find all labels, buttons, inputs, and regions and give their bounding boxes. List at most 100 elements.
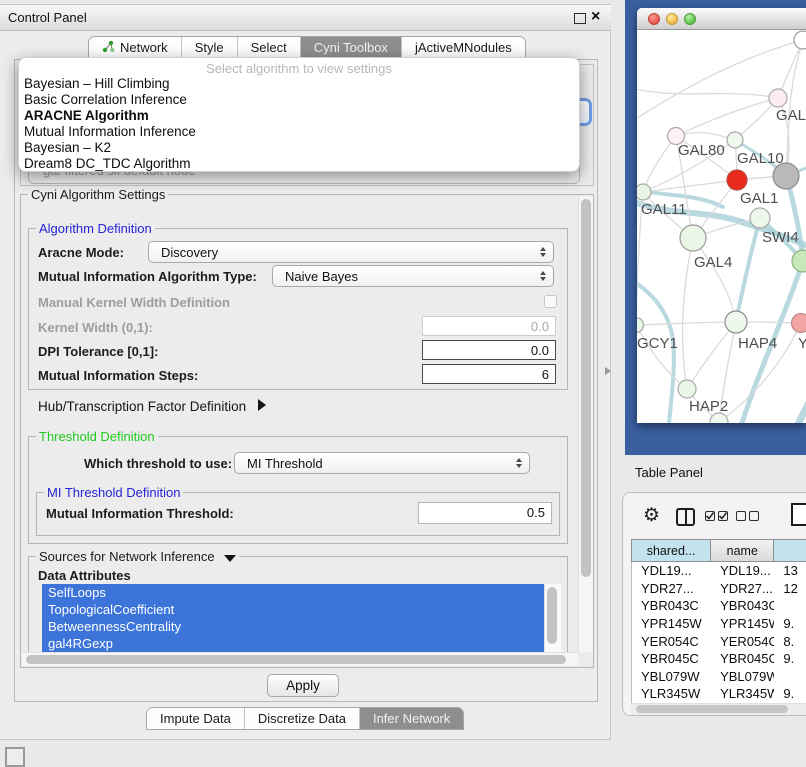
cell-name: YBR043C (711, 598, 774, 613)
network-window-titlebar[interactable] (637, 8, 806, 30)
file-icon[interactable] (791, 503, 806, 526)
kernel-width-field[interactable]: 0.0 (422, 316, 556, 336)
select-all-columns-icon[interactable] (705, 511, 728, 521)
settings-hscroll-thumb[interactable] (26, 655, 566, 664)
network-edge (637, 322, 736, 325)
splitpane-collapse-icon[interactable] (605, 367, 611, 375)
tab-style[interactable]: Style (182, 37, 238, 58)
manual-kernel-checkbox[interactable] (544, 295, 557, 308)
attribute-item-selected[interactable]: BetweennessCentrality (42, 618, 544, 635)
apply-button[interactable]: Apply (267, 674, 339, 697)
cell-name: YPR145W (711, 616, 774, 631)
tab-cyni-toolbox[interactable]: Cyni Toolbox (301, 37, 402, 58)
window-minimize-icon[interactable] (666, 13, 678, 25)
network-node-gal-partial[interactable] (769, 89, 787, 107)
network-node-salmon-node[interactable] (792, 314, 806, 333)
attribute-item-selected[interactable]: TopologicalCoefficient (42, 601, 544, 618)
network-node-hap4[interactable] (725, 311, 747, 333)
cell-value: 9. (774, 686, 806, 701)
which-threshold-combo[interactable]: MI Threshold (234, 452, 530, 474)
data-attributes-label: Data Attributes (38, 568, 131, 583)
column-layout-icon[interactable] (676, 508, 695, 526)
mi-threshold-field[interactable]: 0.5 (418, 502, 552, 524)
window-close-icon[interactable] (648, 13, 660, 25)
table-row[interactable]: YDR27...YDR27...12 (632, 580, 806, 598)
settings-vscroll-thumb[interactable] (581, 199, 591, 577)
table-row[interactable]: YLR345WYLR345W9. (632, 685, 806, 703)
network-canvas[interactable]: GALGAL80GAL10GAL1GAL11SWI4GAL4GCY1HAP4YH… (637, 30, 806, 423)
algorithm-option[interactable]: Bayesian – K2 (19, 140, 579, 156)
tab-network[interactable]: Network (89, 37, 182, 58)
table-row[interactable]: YDL19...YDL19...13 (632, 562, 806, 580)
table-row[interactable]: YBR043CYBR043C (632, 597, 806, 615)
cyni-settings-group-title: Cyni Algorithm Settings (28, 187, 168, 202)
attributes-vscroll-thumb[interactable] (547, 587, 557, 644)
checked-box-icon (718, 511, 728, 521)
deselect-all-columns-icon[interactable] (736, 511, 759, 521)
algorithm-option[interactable]: Mutual Information Inference (19, 124, 579, 140)
dpi-tolerance-field[interactable]: 0.0 (422, 340, 556, 360)
mi-steps-field[interactable]: 6 (422, 364, 556, 384)
tab-select-label: Select (251, 40, 287, 55)
attribute-item-selected[interactable]: SelfLoops (42, 584, 544, 601)
table-panel-title: Table Panel (635, 465, 703, 480)
aracne-mode-combo[interactable]: Discovery (148, 241, 554, 263)
combo-stepper-icon (516, 458, 529, 468)
dpi-tolerance-label: DPI Tolerance [0,1]: (38, 344, 158, 359)
tab-jactivemnodules[interactable]: jActiveMNodules (402, 37, 525, 58)
network-edge (736, 218, 760, 322)
network-node-top-right[interactable] (794, 31, 806, 49)
network-node-gal4[interactable] (680, 225, 706, 251)
hub-definition-toggle[interactable]: Hub/Transcription Factor Definition (38, 399, 266, 414)
tab-cyni-toolbox-label: Cyni Toolbox (314, 40, 388, 55)
cell-shared: YDL19... (632, 563, 711, 578)
unchecked-box-icon (736, 511, 746, 521)
network-node-swi4[interactable] (750, 208, 770, 228)
network-node-hap2[interactable] (678, 380, 696, 398)
network-node-gal1[interactable] (727, 170, 747, 190)
table-row[interactable]: YER054CYER054C8. (632, 632, 806, 650)
tab-impute-data[interactable]: Impute Data (147, 708, 245, 729)
network-edge (643, 136, 676, 192)
network-node-gcy1[interactable] (637, 318, 644, 333)
control-panel-titlebar (0, 5, 611, 31)
tab-infer-network[interactable]: Infer Network (360, 708, 463, 729)
algorithm-option-selected[interactable]: ARACNE Algorithm (19, 108, 579, 124)
close-icon[interactable]: × (591, 8, 600, 26)
aracne-mode-value: Discovery (149, 245, 540, 260)
network-node-gal10[interactable] (727, 132, 743, 148)
tab-select[interactable]: Select (238, 37, 301, 58)
table-row[interactable]: YBR045CYBR045C9. (632, 650, 806, 668)
collapsed-panel-icon[interactable] (5, 747, 25, 767)
window-zoom-icon[interactable] (684, 13, 696, 25)
network-node-label-salmon-node: Y (798, 335, 806, 352)
column-header-clipped[interactable] (774, 540, 806, 561)
algorithm-option[interactable]: Bayesian – Hill Climbing (19, 76, 579, 92)
cell-shared: YBR045C (632, 651, 711, 666)
mi-type-combo[interactable]: Naive Bayes (272, 265, 554, 287)
float-panel-icon[interactable] (574, 13, 586, 24)
column-header-shared-name[interactable]: shared... (632, 540, 711, 561)
table-header-row: shared... name (631, 539, 806, 562)
network-node-label-gal11: GAL11 (641, 201, 687, 218)
network-node-gal11[interactable] (637, 184, 651, 200)
manual-kernel-label: Manual Kernel Width Definition (38, 295, 230, 310)
network-node-label-gal10: GAL10 (737, 150, 784, 167)
column-header-name[interactable]: name (711, 540, 774, 561)
network-node-label-hap4: HAP4 (738, 335, 777, 352)
gear-icon[interactable]: ⚙ (643, 506, 660, 526)
mi-threshold-row-label: Mutual Information Threshold: (46, 506, 234, 521)
attribute-item-selected[interactable]: gal4RGexp (42, 635, 544, 652)
tab-jactivemnodules-label: jActiveMNodules (415, 40, 512, 55)
tab-discretize-data[interactable]: Discretize Data (245, 708, 360, 729)
checked-box-icon (705, 511, 715, 521)
table-row[interactable]: YBL079WYBL079W (632, 668, 806, 686)
algorithm-option[interactable]: Basic Correlation Inference (19, 92, 579, 108)
combo-stepper-icon (540, 271, 553, 281)
table-row[interactable]: YPR145WYPR145W9. (632, 615, 806, 633)
table-hscroll-thumb[interactable] (636, 705, 788, 713)
network-node-gray-node[interactable] (773, 163, 799, 189)
sources-group-title[interactable]: Sources for Network Inference (36, 549, 239, 564)
network-edge (693, 238, 736, 322)
algorithm-option[interactable]: Dream8 DC_TDC Algorithm (19, 156, 579, 172)
